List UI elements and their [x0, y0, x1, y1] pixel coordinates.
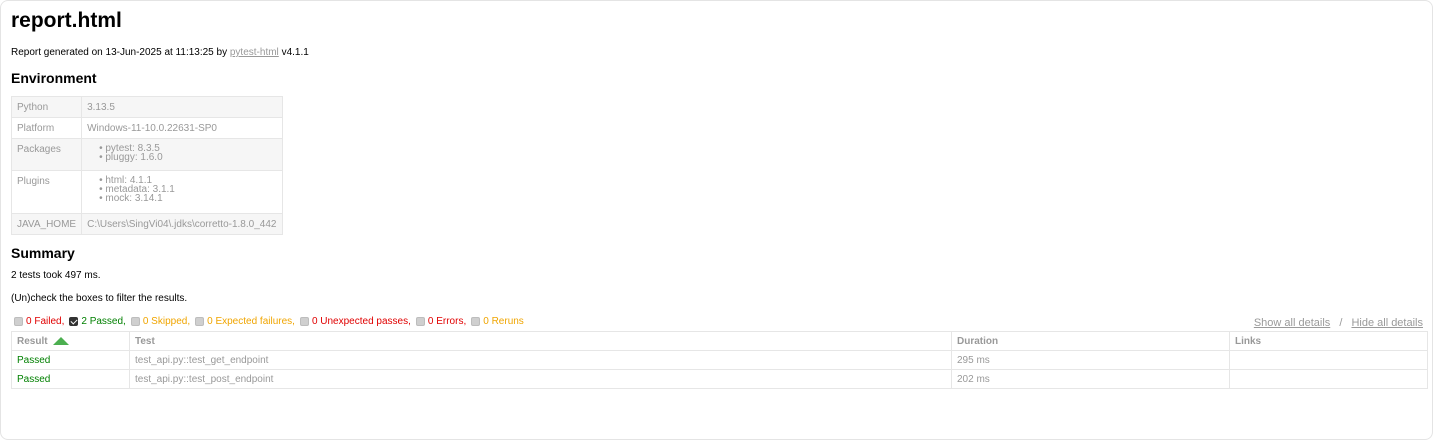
- env-key: JAVA_HOME: [10, 213, 83, 235]
- filter-reruns-label: 0 Reruns: [483, 316, 524, 327]
- show-all-details-link[interactable]: Show all details: [1254, 317, 1330, 329]
- links-cell: [1229, 369, 1428, 389]
- table-row[interactable]: Passed test_api.py::test_post_endpoint 2…: [11, 369, 1428, 389]
- env-key: Packages: [10, 138, 83, 171]
- env-key: Plugins: [10, 170, 83, 214]
- filter-xpassed-checkbox[interactable]: [299, 317, 309, 326]
- table-row[interactable]: Passed test_api.py::test_get_endpoint 29…: [11, 350, 1428, 370]
- results-table: Result Test Duration Links Passed test_a…: [11, 331, 1428, 389]
- filter-bar: 0 Failed, 2 Passed, 0 Skipped, 0 Expecte…: [14, 316, 529, 327]
- details-separator: /: [1339, 317, 1343, 329]
- details-links: Show all details / Hide all details: [1254, 317, 1423, 329]
- environment-table: Python 3.13.5 Platform Windows-11-10.0.2…: [10, 96, 284, 235]
- test-column-header[interactable]: Test: [129, 331, 952, 351]
- filter-passed-checkbox[interactable]: [69, 317, 79, 326]
- env-value: html: 4.1.1 metadata: 3.1.1 mock: 3.14.1: [81, 170, 284, 214]
- result-cell: Passed: [11, 350, 130, 370]
- links-cell: [1229, 350, 1428, 370]
- links-column-header: Links: [1229, 331, 1428, 351]
- packages-list: pytest: 8.3.5 pluggy: 1.6.0: [87, 144, 277, 163]
- duration-cell: 202 ms: [951, 369, 1230, 389]
- filter-failed-label: 0 Failed,: [26, 316, 65, 327]
- env-key: Python: [10, 96, 83, 118]
- results-header-row: Result Test Duration Links: [11, 331, 1428, 351]
- environment-heading: Environment: [11, 70, 97, 86]
- filter-xfailed-checkbox[interactable]: [195, 317, 205, 326]
- env-row-packages: Packages pytest: 8.3.5 pluggy: 1.6.0: [10, 138, 284, 171]
- duration-summary: 2 tests took 497 ms.: [11, 270, 101, 281]
- filter-skipped-label: 0 Skipped,: [142, 316, 191, 327]
- pytest-html-link[interactable]: pytest-html: [230, 47, 279, 58]
- result-column-header[interactable]: Result: [11, 331, 130, 351]
- plugins-list: html: 4.1.1 metadata: 3.1.1 mock: 3.14.1: [87, 176, 277, 204]
- duration-cell: 295 ms: [951, 350, 1230, 370]
- page-title: report.html: [11, 9, 122, 32]
- filter-failed-checkbox[interactable]: [14, 317, 23, 326]
- filter-reruns-checkbox[interactable]: [471, 317, 481, 326]
- filter-errors-checkbox[interactable]: [415, 317, 425, 326]
- env-value: C:\Users\SingVi04\.jdks\corretto-1.8.0_4…: [81, 213, 284, 235]
- filter-xfailed-label: 0 Expected failures,: [207, 316, 295, 327]
- env-row-java-home: JAVA_HOME C:\Users\SingVi04\.jdks\corret…: [10, 213, 284, 235]
- env-row-platform: Platform Windows-11-10.0.22631-SP0: [10, 117, 284, 139]
- result-cell: Passed: [11, 369, 130, 389]
- duration-column-header[interactable]: Duration: [951, 331, 1230, 351]
- version-text: v4.1.1: [281, 47, 309, 58]
- generated-line: Report generated on 13-Jun-2025 at 11:13…: [11, 47, 309, 58]
- filter-errors-label: 0 Errors,: [427, 316, 467, 327]
- list-item: mock: 3.14.1: [99, 194, 277, 204]
- env-key: Platform: [10, 117, 83, 139]
- generated-text: Report generated on 13-Jun-2025 at 11:13…: [11, 47, 228, 58]
- filter-passed-label: 2 Passed,: [81, 316, 126, 327]
- filter-skipped-checkbox[interactable]: [130, 317, 140, 326]
- summary-heading: Summary: [11, 245, 75, 261]
- result-header-label: Result: [17, 335, 48, 347]
- test-cell: test_api.py::test_post_endpoint: [129, 369, 952, 389]
- env-row-python: Python 3.13.5: [10, 96, 284, 118]
- env-row-plugins: Plugins html: 4.1.1 metadata: 3.1.1 mock…: [10, 170, 284, 214]
- list-item: pluggy: 1.6.0: [99, 153, 277, 163]
- filter-instruction: (Un)check the boxes to filter the result…: [11, 293, 188, 304]
- test-cell: test_api.py::test_get_endpoint: [129, 350, 952, 370]
- env-value: pytest: 8.3.5 pluggy: 1.6.0: [81, 138, 284, 171]
- sort-ascending-icon: [52, 336, 69, 345]
- filter-xpassed-label: 0 Unexpected passes,: [311, 316, 411, 327]
- hide-all-details-link[interactable]: Hide all details: [1351, 317, 1423, 329]
- env-value: 3.13.5: [81, 96, 284, 118]
- env-value: Windows-11-10.0.22631-SP0: [81, 117, 284, 139]
